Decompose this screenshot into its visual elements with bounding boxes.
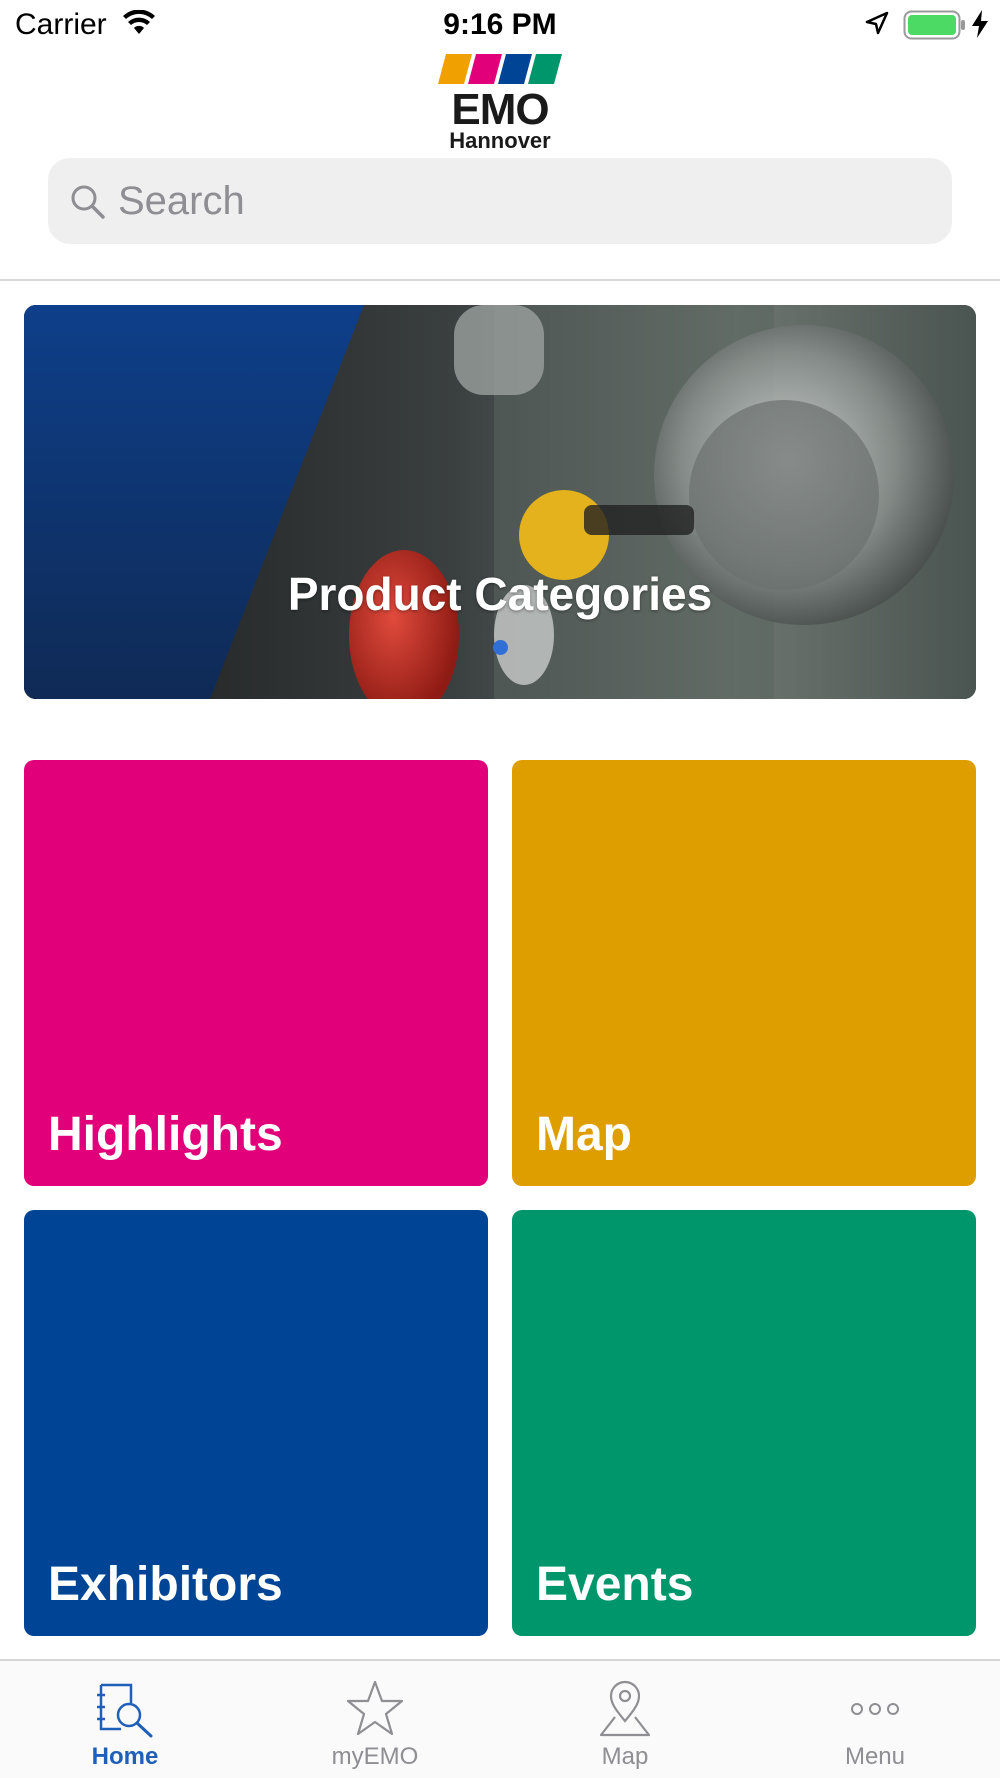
status-bar: Carrier 9:16 PM	[0, 0, 1000, 50]
search-icon	[68, 182, 108, 227]
tab-home[interactable]: Home	[0, 1661, 250, 1778]
tab-menu[interactable]: Menu	[750, 1661, 1000, 1778]
exhibitors-tile[interactable]: Exhibitors	[24, 1210, 488, 1636]
tab-map[interactable]: Map	[500, 1661, 750, 1778]
page-dot-active[interactable]	[492, 640, 508, 655]
map-pin-icon	[595, 1679, 655, 1739]
tab-label: Home	[91, 1743, 159, 1770]
tile-label: Events	[536, 1558, 694, 1611]
tab-myemo[interactable]: myEMO	[250, 1661, 500, 1778]
emo-hannover-logo: EMO Hannover	[438, 54, 562, 153]
charging-bolt-icon	[970, 9, 990, 44]
logo-word: EMO	[451, 85, 549, 134]
location-arrow-icon	[863, 10, 891, 43]
tile-label: Highlights	[48, 1108, 283, 1161]
carousel-page-indicator[interactable]	[24, 640, 976, 660]
battery-icon	[903, 10, 967, 45]
tab-label: Map	[601, 1743, 649, 1770]
header-divider	[0, 279, 1000, 281]
tab-label: myEMO	[331, 1743, 419, 1770]
events-tile[interactable]: Events	[512, 1210, 976, 1636]
tile-label: Exhibitors	[48, 1558, 283, 1611]
tab-bar: Home myEMO Map Menu	[0, 1659, 1000, 1778]
clock: 9:16 PM	[443, 8, 557, 41]
banner-title: Product Categories	[287, 568, 713, 620]
map-tile[interactable]: Map	[512, 760, 976, 1186]
product-categories-banner[interactable]: Product Categories	[24, 305, 976, 699]
logo-subtitle: Hannover	[449, 128, 551, 153]
tab-label: Menu	[844, 1743, 906, 1770]
star-icon	[345, 1679, 405, 1739]
highlights-tile[interactable]: Highlights	[24, 760, 488, 1186]
more-icon	[845, 1679, 905, 1739]
search-input[interactable]	[118, 158, 938, 244]
logo-stripes	[438, 54, 562, 84]
search-bar[interactable]	[48, 158, 952, 244]
tile-label: Map	[536, 1108, 632, 1161]
home-search-icon	[95, 1679, 155, 1739]
